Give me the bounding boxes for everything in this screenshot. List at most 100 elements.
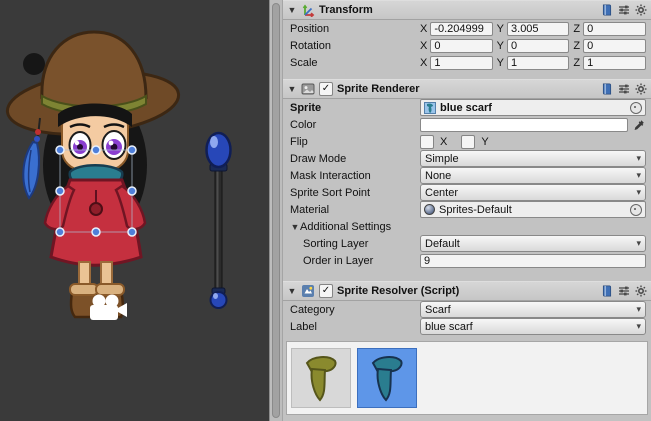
order-in-layer-field[interactable] — [420, 254, 646, 268]
sorting-layer-dropdown[interactable]: Default ▾ — [420, 235, 646, 252]
label-value: blue scarf — [425, 321, 632, 333]
label-label: Label — [290, 321, 420, 333]
foldout-arrow-icon[interactable]: ▼ — [287, 5, 297, 15]
sorting-layer-value: Default — [425, 238, 632, 250]
chevron-down-icon: ▾ — [636, 170, 641, 181]
foldout-arrow-icon[interactable]: ▼ — [287, 84, 297, 94]
additional-settings-label: Additional Settings — [300, 221, 391, 233]
unity-editor-window: ▼ Transform Position — [0, 0, 651, 421]
help-book-icon[interactable] — [600, 4, 613, 17]
position-z-field[interactable] — [583, 22, 646, 36]
sorting-layer-label: Sorting Layer — [290, 238, 420, 250]
rotation-row: Rotation X Y Z — [283, 37, 651, 54]
presets-icon[interactable] — [617, 83, 630, 96]
material-object-field[interactable]: Sprites-Default — [420, 201, 646, 218]
axis-x-label: X — [420, 40, 427, 52]
scrollbar-thumb[interactable] — [272, 3, 280, 418]
color-label: Color — [290, 119, 420, 131]
presets-icon[interactable] — [617, 4, 630, 17]
draw-mode-dropdown[interactable]: Simple ▾ — [420, 150, 646, 167]
scale-x-field[interactable] — [430, 56, 492, 70]
rotation-z-field[interactable] — [583, 39, 646, 53]
chevron-down-icon: ▾ — [636, 238, 641, 249]
material-value: Sprites-Default — [439, 204, 626, 216]
character-sprite — [4, 32, 181, 317]
flip-y-checkbox[interactable] — [461, 135, 475, 149]
color-row: Color — [283, 116, 651, 133]
gear-icon[interactable] — [634, 83, 647, 96]
label-row: Label blue scarf ▾ — [283, 318, 651, 335]
flip-row: Flip X Y — [283, 133, 651, 150]
gear-icon[interactable] — [634, 285, 647, 298]
object-picker-icon[interactable] — [630, 204, 642, 216]
flip-x-checkbox[interactable] — [420, 135, 434, 149]
chevron-down-icon: ▾ — [636, 321, 641, 332]
material-row: Material Sprites-Default — [283, 201, 651, 218]
axis-x-label: X — [420, 23, 427, 35]
presets-icon[interactable] — [617, 285, 630, 298]
scene-canvas[interactable] — [0, 0, 269, 421]
foldout-arrow-icon[interactable]: ▼ — [290, 222, 300, 232]
component-title: Transform — [319, 4, 373, 16]
component-enabled-checkbox[interactable]: ✓ — [319, 82, 333, 96]
sprite-variant-green-scarf[interactable] — [291, 348, 351, 408]
mask-interaction-dropdown[interactable]: None ▾ — [420, 167, 646, 184]
position-label: Position — [290, 23, 420, 35]
flip-label: Flip — [290, 136, 420, 148]
inspector-scrollbar[interactable] — [269, 0, 283, 421]
chevron-down-icon: ▾ — [636, 304, 641, 315]
mask-interaction-label: Mask Interaction — [290, 170, 420, 182]
component-enabled-checkbox[interactable]: ✓ — [319, 284, 333, 298]
staff-sprite — [207, 133, 231, 308]
mask-interaction-row: Mask Interaction None ▾ — [283, 167, 651, 184]
position-row: Position X Y Z — [283, 20, 651, 37]
axis-z-label: Z — [573, 23, 580, 35]
sprite-sort-point-value: Center — [425, 187, 632, 199]
rotation-y-field[interactable] — [507, 39, 569, 53]
color-swatch[interactable] — [420, 118, 628, 132]
scale-y-field[interactable] — [507, 56, 569, 70]
scene-view[interactable] — [0, 0, 269, 421]
draw-mode-label: Draw Mode — [290, 153, 420, 165]
order-in-layer-row: Order in Layer — [283, 252, 651, 269]
sprite-variant-blue-scarf[interactable] — [357, 348, 417, 408]
component-title: Sprite Resolver (Script) — [337, 285, 459, 297]
mask-interaction-value: None — [425, 170, 632, 182]
sprite-resolver-header[interactable]: ▼ ✓ Sprite Resolver (Script) — [283, 281, 651, 301]
sprite-sort-point-dropdown[interactable]: Center ▾ — [420, 184, 646, 201]
category-dropdown[interactable]: Scarf ▾ — [420, 301, 646, 318]
eyedropper-icon[interactable] — [632, 118, 646, 132]
position-y-field[interactable] — [507, 22, 569, 36]
sprite-label: Sprite — [290, 102, 420, 114]
sprite-sort-point-label: Sprite Sort Point — [290, 187, 420, 199]
order-in-layer-label: Order in Layer — [290, 255, 420, 267]
axis-z-label: Z — [573, 57, 580, 69]
component-title: Sprite Renderer — [337, 83, 420, 95]
chevron-down-icon: ▾ — [636, 187, 641, 198]
axis-y-label: Y — [497, 57, 504, 69]
sprite-object-field[interactable]: blue scarf — [420, 99, 646, 116]
category-value: Scarf — [425, 304, 632, 316]
help-book-icon[interactable] — [600, 285, 613, 298]
transform-header[interactable]: ▼ Transform — [283, 0, 651, 20]
foldout-arrow-icon[interactable]: ▼ — [287, 286, 297, 296]
sprite-row: Sprite blue scarf — [283, 99, 651, 116]
sprite-value: blue scarf — [440, 102, 626, 114]
transform-icon — [301, 3, 315, 17]
axis-x-label: X — [420, 57, 427, 69]
flip-y-label: Y — [481, 136, 488, 148]
inspector-panel: ▼ Transform Position — [283, 0, 651, 421]
gear-icon[interactable] — [634, 4, 647, 17]
sprite-renderer-header[interactable]: ▼ ✓ Sprite Renderer — [283, 79, 651, 99]
draw-mode-value: Simple — [425, 153, 632, 165]
draw-mode-row: Draw Mode Simple ▾ — [283, 150, 651, 167]
label-dropdown[interactable]: blue scarf ▾ — [420, 318, 646, 335]
rotation-x-field[interactable] — [430, 39, 492, 53]
object-picker-icon[interactable] — [630, 102, 642, 114]
additional-settings-row[interactable]: ▼ Additional Settings — [283, 218, 651, 235]
scale-label: Scale — [290, 57, 420, 69]
help-book-icon[interactable] — [600, 83, 613, 96]
position-x-field[interactable] — [430, 22, 492, 36]
scale-row: Scale X Y Z — [283, 54, 651, 71]
scale-z-field[interactable] — [583, 56, 646, 70]
